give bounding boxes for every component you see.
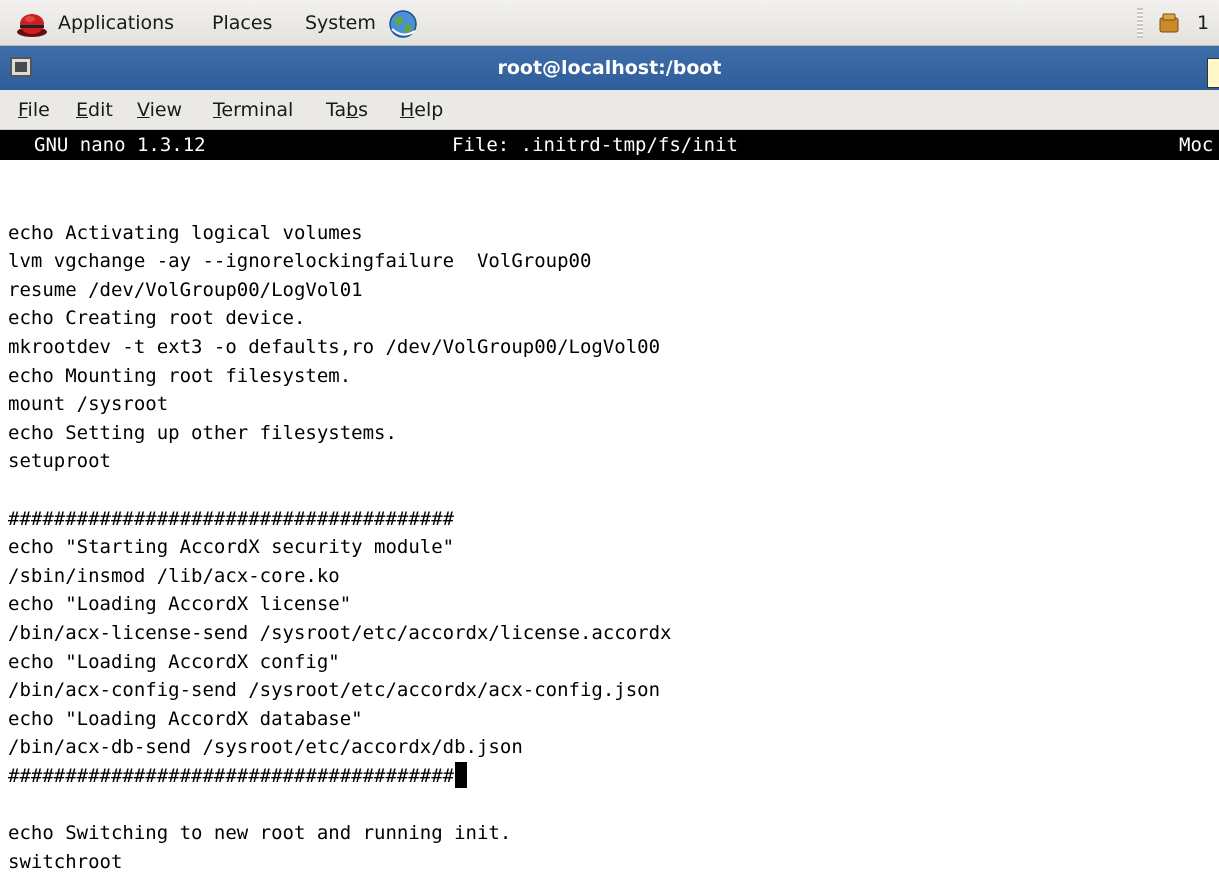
menu-view[interactable]: View bbox=[137, 90, 182, 130]
text-cursor bbox=[455, 762, 468, 788]
editor-line: mkrootdev -t ext3 -o defaults,ro /dev/Vo… bbox=[8, 333, 660, 361]
editor-line-text: /bin/acx-db-send /sysroot/etc/accordx/db… bbox=[8, 736, 523, 759]
nano-version: GNU nano 1.3.12 bbox=[34, 134, 206, 156]
menu-mnemonic: F bbox=[18, 99, 28, 121]
editor-line: switchroot bbox=[8, 848, 122, 876]
editor-line: /bin/acx-license-send /sysroot/etc/accor… bbox=[8, 619, 671, 647]
editor-line-text: echo "Starting AccordX security module" bbox=[8, 536, 455, 559]
editor-line-text: echo "Loading AccordX config" bbox=[8, 650, 340, 673]
menu-label-post: dit bbox=[88, 99, 113, 121]
window-control-button[interactable] bbox=[1207, 58, 1219, 88]
editor-line: lvm vgchange -ay --ignorelockingfailure … bbox=[8, 247, 591, 275]
editor-line-text: resume /dev/VolGroup00/LogVol01 bbox=[8, 278, 363, 301]
editor-line: echo Activating logical volumes bbox=[8, 219, 363, 247]
menu-label-pre: Ta bbox=[326, 99, 347, 121]
editor-line-text: switchroot bbox=[8, 850, 123, 873]
panel-menu-applications[interactable]: Applications bbox=[58, 0, 174, 46]
editor-line: echo "Loading AccordX config" bbox=[8, 648, 340, 676]
menu-help[interactable]: Help bbox=[400, 90, 443, 130]
editor-line: echo "Loading AccordX license" bbox=[8, 590, 351, 618]
menu-mnemonic: E bbox=[76, 99, 89, 121]
editor-line: /bin/acx-config-send /sysroot/etc/accord… bbox=[8, 676, 660, 704]
editor-line-text: ####################################### bbox=[8, 507, 455, 530]
editor-line-text: echo Switching to new root and running i… bbox=[8, 822, 512, 845]
nano-modified-status: Moc bbox=[1179, 134, 1214, 156]
redhat-logo-icon[interactable] bbox=[16, 10, 48, 38]
panel-menu-places[interactable]: Places bbox=[212, 0, 272, 46]
editor-line-text: echo "Loading AccordX license" bbox=[8, 593, 352, 616]
update-notifier-icon[interactable] bbox=[1157, 12, 1181, 34]
menu-label-post: s bbox=[358, 99, 369, 121]
editor-line: echo Setting up other filesystems. bbox=[8, 419, 397, 447]
nano-filename: File: .initrd-tmp/fs/init bbox=[452, 134, 738, 156]
editor-line-text: /bin/acx-config-send /sysroot/etc/accord… bbox=[8, 679, 661, 702]
editor-line-text: /bin/acx-license-send /sysroot/etc/accor… bbox=[8, 622, 672, 644]
editor-line-text: echo Mounting root filesystem. bbox=[8, 364, 352, 387]
panel-menu-system[interactable]: System bbox=[305, 0, 376, 46]
editor-line-text: setuproot bbox=[8, 450, 111, 473]
editor-line-text: /sbin/insmod /lib/acx-core.ko bbox=[8, 564, 340, 587]
panel-clock[interactable]: 1 bbox=[1197, 0, 1209, 46]
menu-mnemonic: b bbox=[346, 99, 359, 121]
menu-terminal[interactable]: Terminal bbox=[213, 90, 293, 130]
menu-edit[interactable]: Edit bbox=[76, 90, 113, 130]
editor-line: mount /sysroot bbox=[8, 390, 168, 418]
top-panel: Applications Places System 1 bbox=[0, 0, 1219, 46]
editor-line: ####################################### bbox=[8, 505, 454, 533]
panel-drag-handle[interactable] bbox=[1137, 8, 1143, 38]
editor-line: /sbin/insmod /lib/acx-core.ko bbox=[8, 562, 340, 590]
editor-line: resume /dev/VolGroup00/LogVol01 bbox=[8, 276, 363, 304]
editor-line: echo Switching to new root and running i… bbox=[8, 819, 511, 847]
editor-line: echo Creating root device. bbox=[8, 304, 305, 332]
editor-line: /bin/acx-db-send /sysroot/etc/accordx/db… bbox=[8, 733, 523, 761]
editor-line-text: echo Setting up other filesystems. bbox=[8, 421, 397, 444]
editor-line-text: echo "Loading AccordX database" bbox=[8, 707, 363, 730]
menu-mnemonic: H bbox=[400, 99, 415, 121]
menu-mnemonic: V bbox=[137, 99, 150, 121]
menu-label-post: elp bbox=[414, 99, 444, 121]
editor-line-text: lvm vgchange -ay --ignorelockingfailure … bbox=[8, 250, 592, 273]
editor-line-text: mount /sysroot bbox=[8, 393, 169, 416]
editor-line-text: echo Activating logical volumes bbox=[8, 221, 363, 244]
editor-line-text: mkrootdev -t ext3 -o defaults,ro /dev/Vo… bbox=[8, 336, 661, 358]
nano-editor-area[interactable]: echo Activating logical volumes lvm vgcha… bbox=[0, 160, 1219, 873]
editor-line-text: echo Creating root device. bbox=[8, 307, 306, 330]
editor-line: echo "Starting AccordX security module" bbox=[8, 533, 454, 561]
editor-line: ####################################### bbox=[8, 762, 468, 790]
menu-label-post: erminal bbox=[221, 99, 294, 121]
menu-tabs[interactable]: Tabs bbox=[326, 90, 368, 130]
menu-label-post: ile bbox=[27, 99, 50, 121]
window-title: root@localhost:/boot bbox=[497, 57, 722, 79]
editor-line: setuproot bbox=[8, 447, 111, 475]
window-titlebar[interactable]: root@localhost:/boot bbox=[0, 46, 1219, 90]
editor-line: echo "Loading AccordX database" bbox=[8, 705, 363, 733]
terminal-menubar: File Edit View Terminal Tabs Help bbox=[0, 90, 1219, 130]
menu-file[interactable]: File bbox=[18, 90, 50, 130]
menu-label-post: iew bbox=[149, 99, 183, 121]
globe-icon[interactable] bbox=[388, 9, 418, 39]
editor-line-text: ####################################### bbox=[8, 765, 455, 787]
editor-line: echo Mounting root filesystem. bbox=[8, 362, 351, 390]
nano-titlebar: GNU nano 1.3.12 File: .initrd-tmp/fs/ini… bbox=[0, 130, 1219, 160]
